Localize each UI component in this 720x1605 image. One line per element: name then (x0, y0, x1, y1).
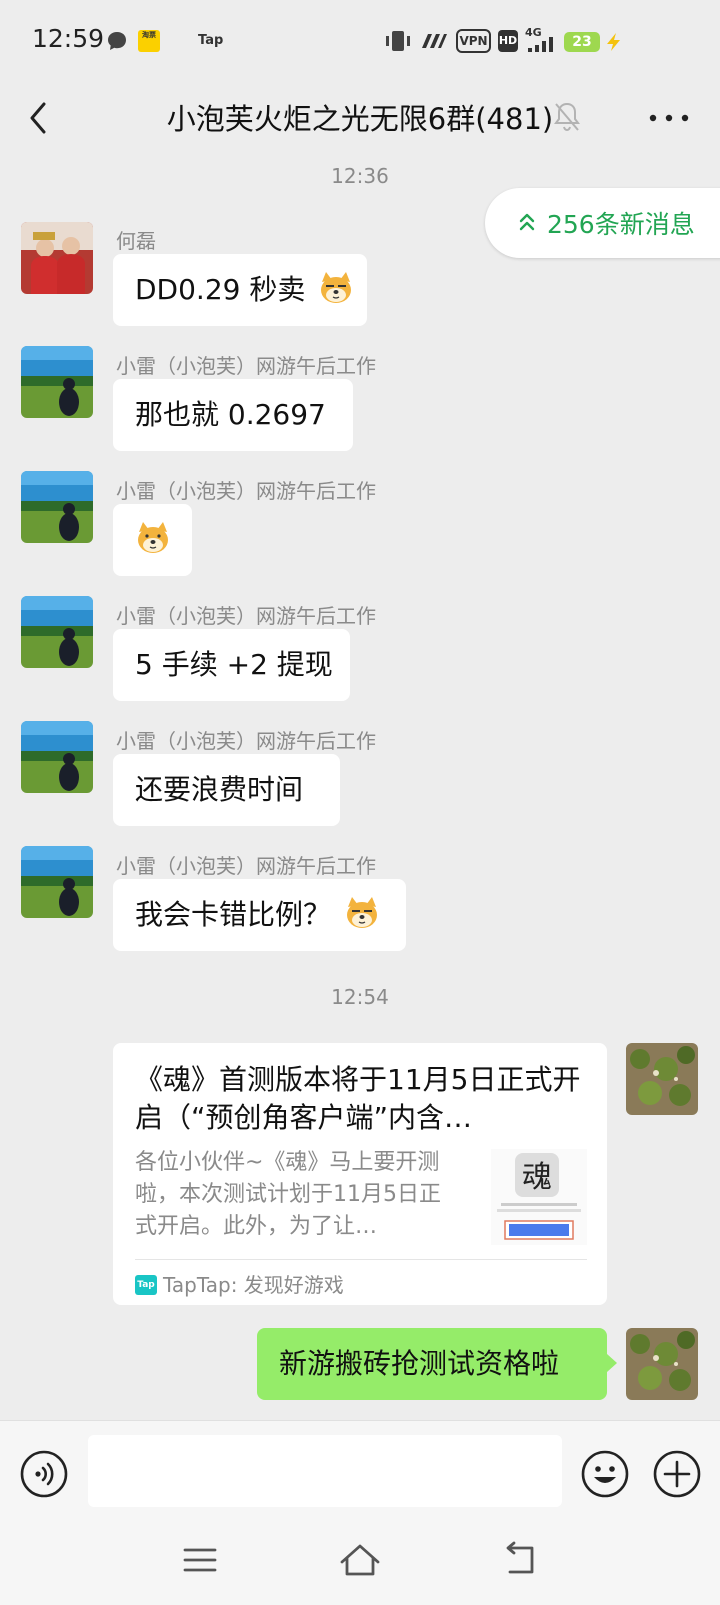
more-functions-button[interactable] (652, 1449, 702, 1499)
game-thumbnail-image: 魂 (497, 1153, 581, 1240)
message-bubble[interactable]: 还要浪费时间 (113, 754, 340, 826)
more-options-button[interactable] (644, 100, 694, 136)
message-text: 那也就 0.2697 (135, 398, 326, 431)
battery-indicator: 23 (564, 32, 600, 52)
message-input[interactable] (88, 1435, 562, 1507)
own-message-bubble[interactable]: 新游搬砖抢测试资格啦 (257, 1328, 617, 1400)
voice-input-button[interactable] (19, 1449, 69, 1499)
app-badge-label: 淘票 (142, 31, 156, 39)
mute-bell-icon (554, 102, 580, 132)
message-bubble-icon (108, 32, 126, 50)
system-navigation-bar (0, 1524, 720, 1605)
status-bar: 12:59 淘票 Tap VPN HD 4G 23 (0, 0, 720, 80)
avatar-image (21, 846, 93, 918)
link-source: Tap TapTap: 发现好游戏 (135, 1269, 344, 1298)
avatar-image (626, 1043, 698, 1115)
avatar[interactable] (21, 346, 93, 418)
own-avatar[interactable] (626, 1043, 698, 1115)
tap-label: Tap (198, 33, 224, 48)
avatar[interactable] (21, 222, 93, 294)
emoji-button[interactable] (580, 1449, 630, 1499)
avatar[interactable] (21, 471, 93, 543)
vibrate-icon (386, 31, 410, 51)
doge-emoji-icon (138, 522, 168, 553)
message-text: 新游搬砖抢测试资格啦 (279, 1347, 560, 1380)
avatar[interactable] (21, 596, 93, 668)
new-messages-label: 256条新消息 (547, 210, 695, 239)
message-bubble[interactable]: 5 手续 +2 提现 (113, 629, 350, 701)
avatar-image (21, 346, 93, 418)
sender-name: 小雷（小泡芙）网游午后工作 (116, 479, 376, 503)
doge-emoji-icon (346, 897, 377, 928)
menu-nav-button[interactable] (176, 1540, 224, 1580)
link-source-label: TapTap: 发现好游戏 (163, 1273, 344, 1297)
chat-screen: 12:59 淘票 Tap VPN HD 4G 23 小泡芙火炬之光无限6群(48… (0, 0, 720, 1605)
message-bubble[interactable]: 我会卡错比例？ (113, 879, 406, 951)
avatar-image (21, 721, 93, 793)
message-text: 还要浪费时间 (135, 773, 304, 806)
taptap-logo-icon: Tap (135, 1275, 157, 1295)
sender-name: 小雷（小泡芙）网游午后工作 (116, 729, 376, 753)
avatar-image (21, 222, 93, 294)
shared-link-card[interactable]: 《魂》首测版本将于11月5日正式开启（“预创角客户端”内含… 各位小伙伴~《魂》… (113, 1043, 607, 1305)
timestamp: 12:54 (331, 985, 389, 1009)
doge-emoji-icon (321, 272, 352, 303)
avatar-image (626, 1328, 698, 1400)
message-bubble[interactable] (113, 504, 192, 576)
back-nav-button[interactable] (496, 1540, 544, 1580)
sender-name: 小雷（小泡芙）网游午后工作 (116, 854, 376, 878)
thumb-glyph: 魂 (522, 1160, 552, 1195)
message-text: DD0.29 秒卖 (135, 273, 306, 306)
link-description: 各位小伙伴~《魂》马上要开测啦，本次测试计划于11月5日正式开启。此外，为了让… (135, 1150, 441, 1239)
message-bubble[interactable]: DD0.29 秒卖 (113, 254, 367, 326)
message-text: 5 手续 +2 提现 (135, 648, 333, 681)
avatar[interactable] (21, 846, 93, 918)
link-divider (135, 1259, 587, 1260)
status-time: 12:59 (32, 24, 105, 53)
avatar-image (21, 596, 93, 668)
message-text: 我会卡错比例？ (135, 898, 332, 931)
chat-title: 小泡芙火炬之光无限6群(481) (166, 102, 554, 136)
input-bar (0, 1420, 720, 1524)
link-title: 《魂》首测版本将于11月5日正式开启（“预创角客户端”内含… (135, 1063, 581, 1134)
hd-indicator: HD (498, 30, 518, 52)
message-bubble[interactable]: 那也就 0.2697 (113, 379, 353, 451)
sender-name: 小雷（小泡芙）网游午后工作 (116, 604, 376, 628)
avatar[interactable] (21, 721, 93, 793)
sender-name: 小雷（小泡芙）网游午后工作 (116, 354, 376, 378)
own-avatar[interactable] (626, 1328, 698, 1400)
signal-wave-icon (422, 34, 447, 48)
home-nav-button[interactable] (336, 1540, 384, 1580)
new-messages-button[interactable]: 256条新消息 (485, 188, 720, 258)
double-chevron-up-icon (519, 213, 535, 231)
taopiao-app-icon: 淘票 (138, 30, 160, 52)
chat-header: 小泡芙火炬之光无限6群(481) (0, 80, 720, 156)
cell-signal-icon (528, 37, 553, 52)
charging-bolt-icon (607, 33, 620, 51)
vpn-indicator: VPN (456, 29, 491, 53)
timestamp: 12:36 (331, 164, 389, 188)
link-thumbnail: 魂 (491, 1149, 587, 1245)
sender-name: 何磊 (116, 229, 156, 253)
avatar-image (21, 471, 93, 543)
